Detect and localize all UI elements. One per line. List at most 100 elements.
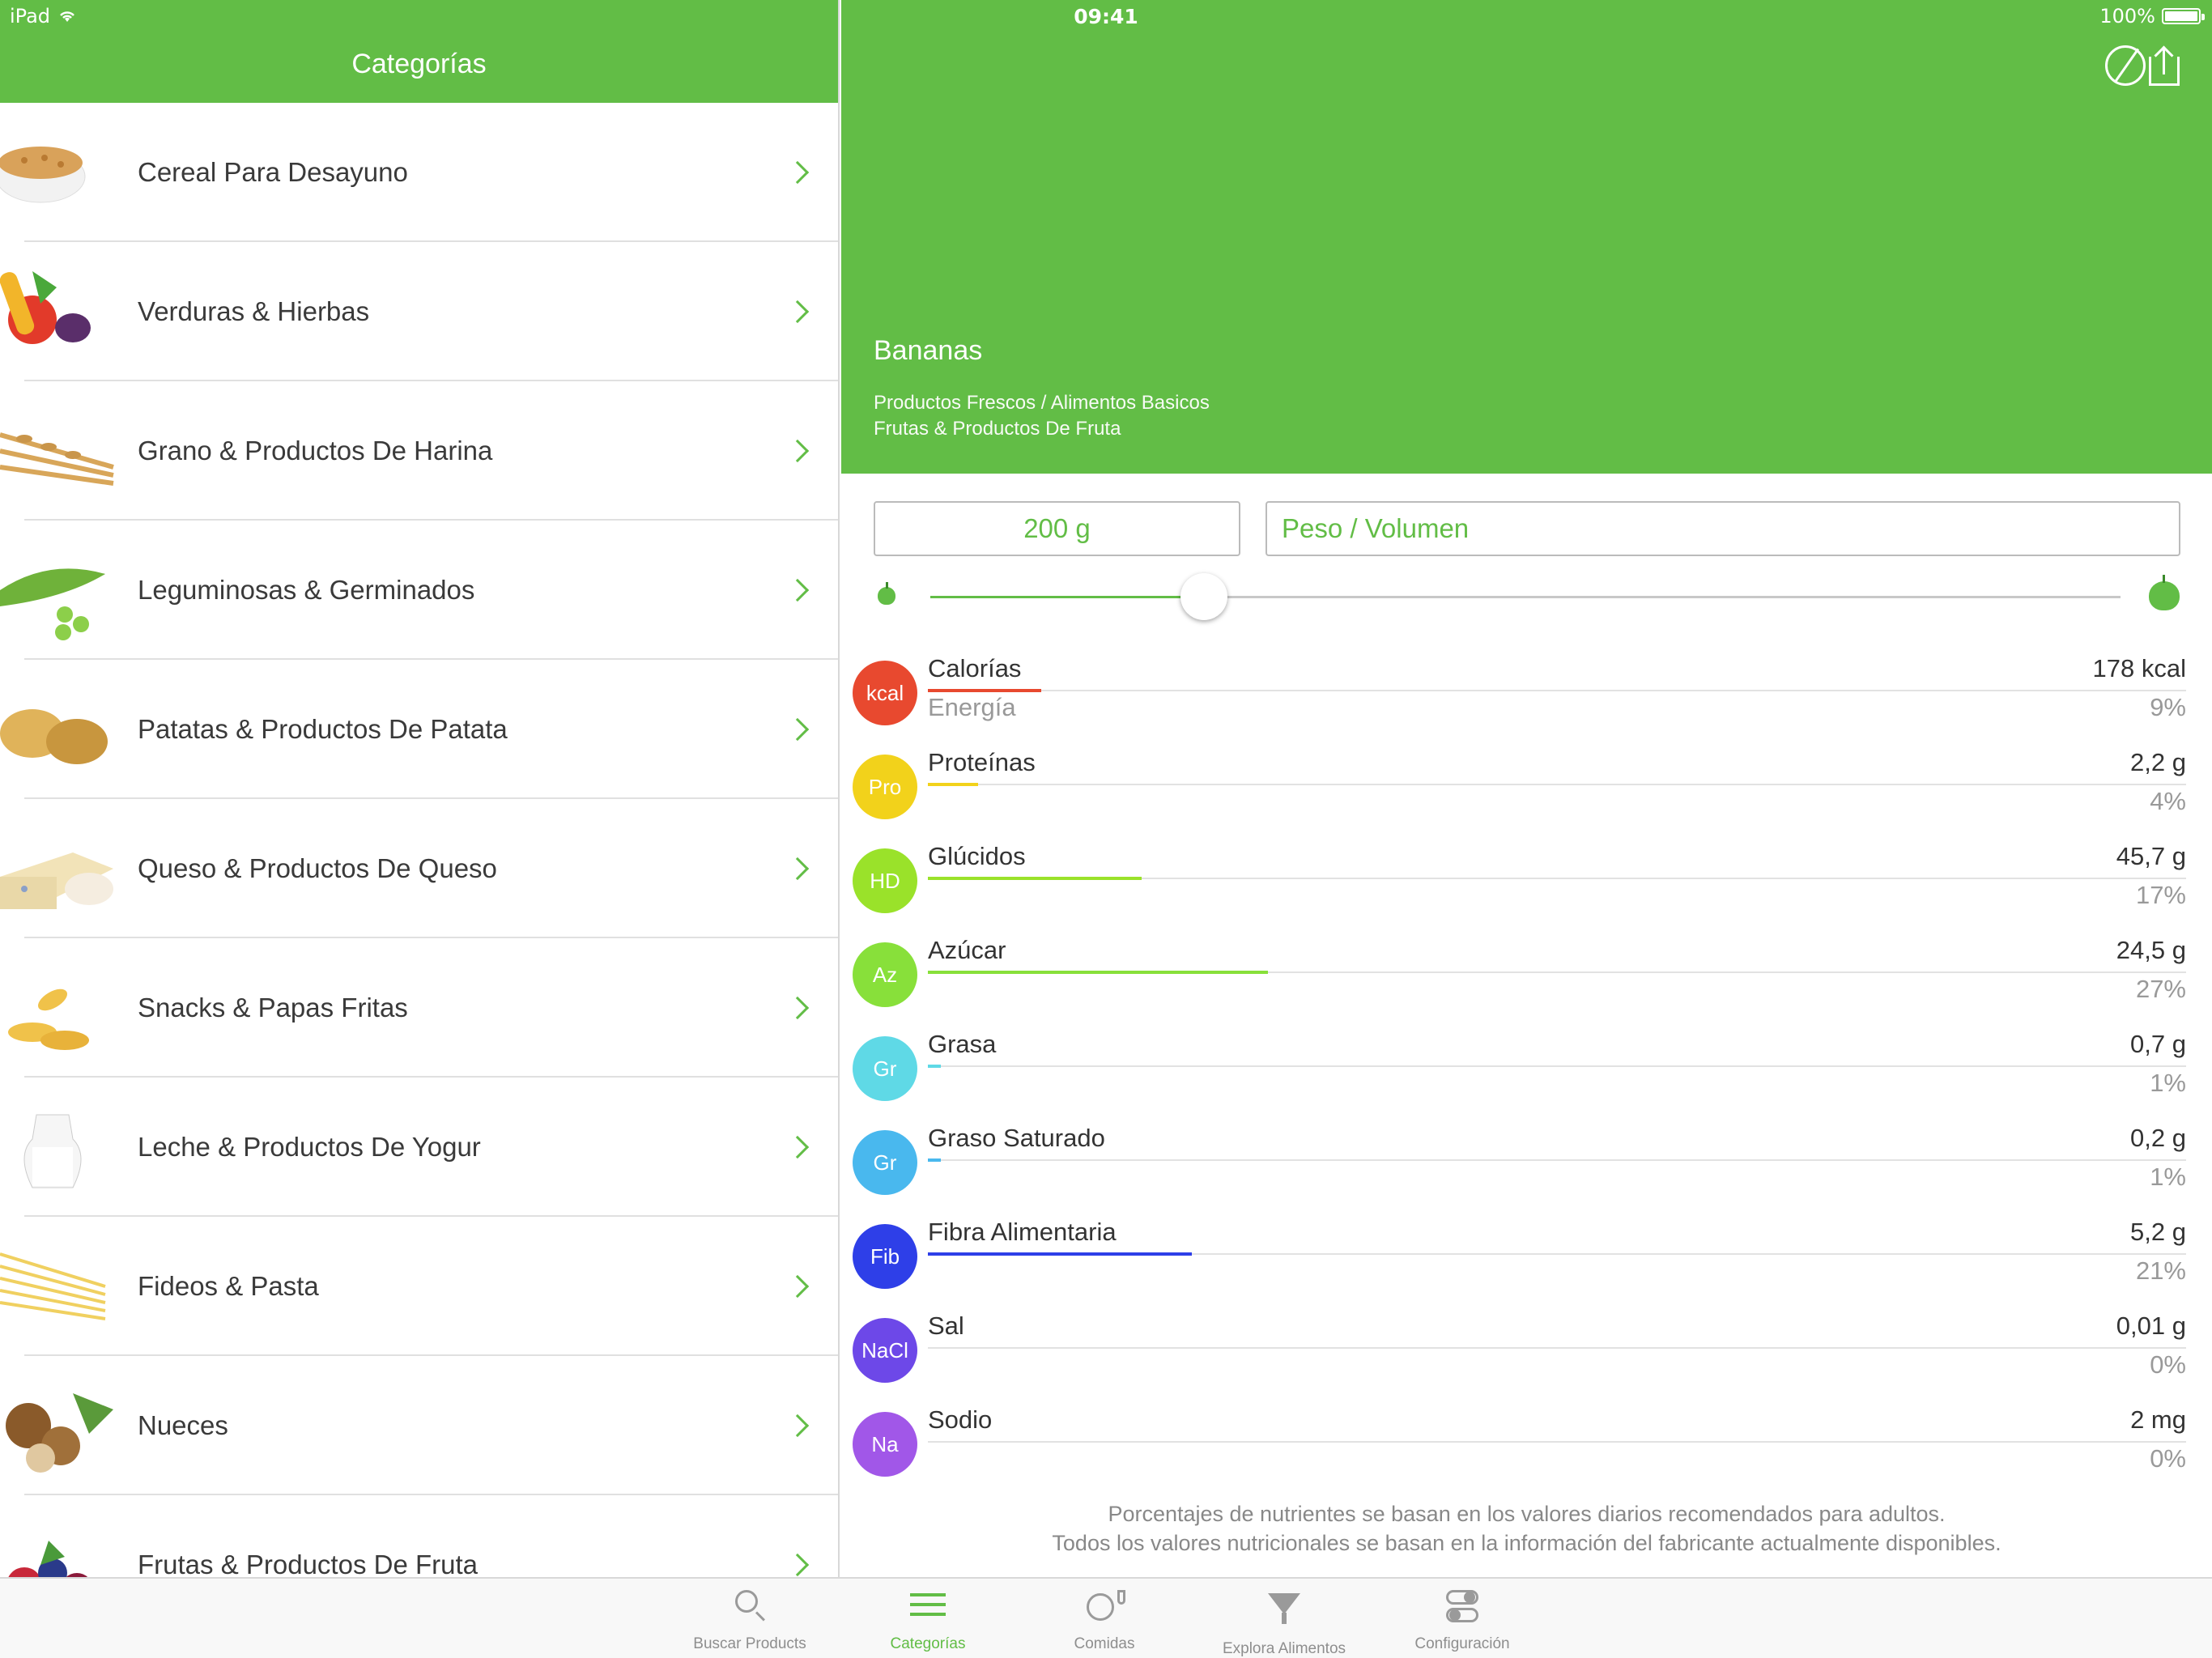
chips-photo [0, 951, 117, 1065]
chevron-right-icon [785, 1553, 810, 1577]
nutrient-track [928, 1347, 2186, 1349]
vegetables-photo [0, 255, 117, 368]
milk-jug-photo [0, 1090, 117, 1204]
battery-icon [2162, 8, 2205, 24]
nutrient-row: HD Glúcidos 45,7 g 17% [841, 842, 2212, 936]
nutrient-badge: Na [853, 1412, 917, 1477]
category-item[interactable]: Patatas & Productos De Patata [0, 660, 838, 799]
category-label: Leche & Productos De Yogur [138, 1132, 481, 1162]
nutrient-row: Na Sodio 2 mg 0% [841, 1405, 2212, 1499]
chevron-right-icon [785, 578, 810, 602]
tab-label: Comidas [1074, 1635, 1135, 1652]
nutrient-badge: Gr [853, 1036, 917, 1101]
tab-label: Explora Alimentos [1222, 1640, 1346, 1657]
pie-chart-icon[interactable] [2105, 45, 2146, 86]
nutrient-percent: 4% [2150, 787, 2186, 815]
nutrient-bar [928, 1252, 1193, 1256]
categories-pane: Categorías Cereal Para Desayuno Verduras … [0, 0, 840, 1635]
share-icon[interactable] [2149, 45, 2180, 86]
footnote-line1: Porcentajes de nutrientes se basan en lo… [1108, 1502, 1946, 1526]
category-item[interactable]: Grano & Productos De Harina [0, 381, 838, 521]
hazelnuts-photo [0, 1369, 117, 1482]
amount-slider-fill [930, 596, 1205, 598]
category-label: Grano & Productos De Harina [138, 436, 493, 466]
food-detail-pane: Bananas Productos Frescos / Alimentos Ba… [841, 0, 2212, 1577]
funnel-icon [1266, 1593, 1302, 1629]
food-name: Bananas [874, 335, 983, 366]
category-label: Queso & Productos De Queso [138, 853, 497, 883]
nutrient-badge: Pro [853, 755, 917, 819]
category-item[interactable]: Snacks & Papas Fritas [0, 938, 838, 1078]
nutrient-bar [928, 689, 1041, 692]
category-label: Frutas & Productos De Fruta [138, 1550, 478, 1579]
nutrient-bar [928, 783, 979, 786]
amount-slider[interactable] [930, 573, 2121, 620]
nutrient-badge: Az [853, 942, 917, 1007]
nutrient-list: kcal Calorías Energía 178 kcal 9% Pro Proteína… [841, 654, 2212, 1499]
nutrient-badge: NaCl [853, 1318, 917, 1383]
nutrient-name: Calorías [928, 654, 1022, 682]
tab-categorias[interactable]: Categorías [839, 1588, 1017, 1653]
chevron-right-icon [785, 857, 810, 881]
category-label: Cereal Para Desayuno [138, 157, 408, 187]
tab-configuracion[interactable]: Configuración [1373, 1588, 1551, 1653]
nutrient-name: Graso Saturado [928, 1124, 1105, 1152]
category-item[interactable]: Leguminosas & Germinados [0, 521, 838, 660]
category-label: Fideos & Pasta [138, 1271, 319, 1301]
footnote-line2: Todos los valores nutricionales se basan… [1052, 1531, 2001, 1555]
food-category-path: Productos Frescos / Alimentos Basicos Fr… [874, 390, 1210, 442]
nutrient-value: 0,01 g [2116, 1312, 2186, 1340]
nutrient-track [928, 1159, 2186, 1161]
category-item[interactable]: Nueces [0, 1356, 838, 1495]
list-icon [910, 1588, 946, 1624]
nutrient-value: 5,2 g [2130, 1218, 2186, 1246]
nutrient-subname: Energía [928, 693, 1016, 721]
status-time: 09:41 [1074, 5, 1138, 28]
nutrient-name: Azúcar [928, 936, 1006, 964]
category-label: Patatas & Productos De Patata [138, 714, 508, 744]
nutrient-badge: HD [853, 848, 917, 913]
tab-buscar-products[interactable]: Buscar Products [661, 1588, 839, 1653]
nutrient-row: Gr Grasa 0,7 g 1% [841, 1030, 2212, 1124]
nutrient-percent: 9% [2150, 693, 2186, 721]
amount-input[interactable]: 200 g [874, 501, 1240, 556]
unit-selector[interactable]: Peso / Volumen [1266, 501, 2180, 556]
tab-explora-alimentos[interactable]: Explora Alimentos [1195, 1588, 1373, 1658]
category-item[interactable]: Leche & Productos De Yogur [0, 1078, 838, 1217]
status-bar-right: 100% [2099, 5, 2205, 28]
nutrient-bar [928, 877, 1142, 880]
nutrient-value: 178 kcal [2092, 654, 2186, 682]
potatoes-photo [0, 673, 117, 786]
category-item[interactable]: Fideos & Pasta [0, 1217, 838, 1356]
category-label: Verduras & Hierbas [138, 296, 370, 326]
nutrient-percent: 1% [2150, 1163, 2186, 1191]
footnote: Porcentajes de nutrientes se basan en lo… [841, 1499, 2212, 1558]
nutrient-track [928, 784, 2186, 785]
nutrient-percent: 21% [2135, 1256, 2186, 1285]
plate-glass-icon [1087, 1588, 1125, 1624]
category-item[interactable]: Cereal Para Desayuno [0, 103, 838, 242]
nutrient-percent: 27% [2135, 975, 2186, 1003]
nutrient-row: Gr Graso Saturado 0,2 g 1% [841, 1124, 2212, 1218]
chevron-right-icon [785, 1274, 810, 1299]
nutrient-name: Fibra Alimentaria [928, 1218, 1117, 1246]
nutrient-value: 2 mg [2130, 1405, 2186, 1434]
nutrient-bar [928, 971, 1268, 974]
amount-slider-thumb[interactable] [1180, 573, 1228, 620]
nutrient-percent: 1% [2150, 1069, 2186, 1097]
tab-comidas[interactable]: Comidas [1015, 1588, 1193, 1653]
nutrient-track [928, 690, 2186, 691]
nutrient-row: kcal Calorías Energía 178 kcal 9% [841, 654, 2212, 748]
category-item[interactable]: Verduras & Hierbas [0, 242, 838, 381]
nutrient-name: Grasa [928, 1030, 997, 1058]
food-path-line1: Productos Frescos / Alimentos Basicos [874, 392, 1210, 414]
category-item[interactable]: Queso & Productos De Queso [0, 799, 838, 938]
nutrient-name: Sodio [928, 1405, 993, 1434]
nutrient-name: Proteínas [928, 748, 1036, 776]
nutrient-row: NaCl Sal 0,01 g 0% [841, 1312, 2212, 1405]
nutrient-row: Az Azúcar 24,5 g 27% [841, 936, 2212, 1030]
nutrient-track [928, 1065, 2186, 1067]
category-list: Cereal Para Desayuno Verduras & Hierbas Gr… [0, 103, 838, 1635]
nutrient-badge: Gr [853, 1130, 917, 1195]
chevron-right-icon [785, 300, 810, 324]
